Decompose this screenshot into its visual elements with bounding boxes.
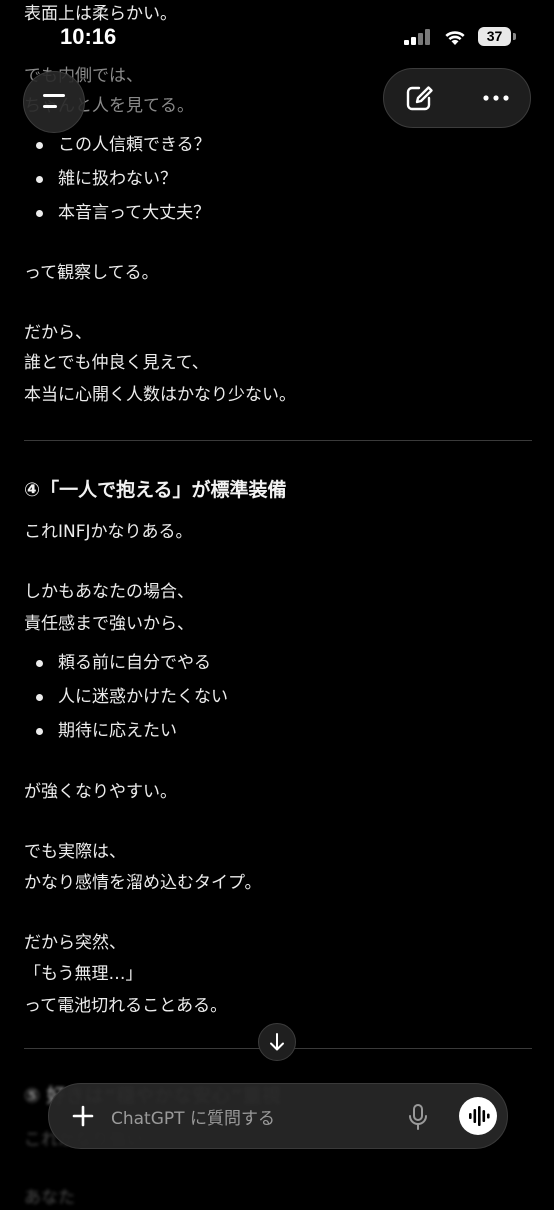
message-line: って観察してる。: [24, 263, 159, 283]
message-line: しかもあなたの場合、: [24, 582, 194, 602]
more-icon: [483, 95, 509, 101]
list-item: 頼る前に自分でやる: [58, 653, 211, 673]
scroll-to-bottom-button[interactable]: [258, 1023, 296, 1061]
bullet-dot: [36, 694, 43, 701]
add-attachment-button[interactable]: [63, 1096, 103, 1136]
message-line: あなた: [24, 1188, 75, 1208]
bullet-dot: [36, 660, 43, 667]
arrow-down-icon: [270, 1033, 284, 1051]
battery-cap: [513, 33, 516, 40]
chat-input[interactable]: ChatGPT に質問する: [111, 1104, 275, 1129]
plus-icon: [72, 1105, 94, 1127]
message-line: が強くなりやすい。: [24, 782, 177, 802]
edit-icon: [406, 86, 433, 111]
mic-icon: [409, 1104, 427, 1130]
more-options-button[interactable]: [466, 69, 526, 127]
list-item: 本音言って大丈夫？: [58, 203, 211, 223]
bullet-dot: [36, 176, 43, 183]
battery-indicator: 37: [478, 27, 511, 46]
list-item: 雑に扱わない？: [58, 169, 177, 189]
message-line: かなり感情を溜め込むタイプ。: [24, 873, 262, 893]
status-time: 10:16: [60, 24, 117, 49]
message-line: 誰とでも仲良く見えて、: [24, 353, 209, 373]
message-line: でも実際は、: [24, 842, 126, 862]
new-chat-button[interactable]: [388, 69, 448, 127]
status-bar: 10:16 37: [0, 0, 554, 60]
top-actions: [383, 68, 531, 128]
bullet-dot: [36, 210, 43, 217]
list-item: 人に迷惑かけたくない: [58, 687, 228, 707]
bullet-dot: [36, 142, 43, 149]
message-line: 「もう無理…」: [24, 964, 143, 984]
list-item: この人信頼できる？: [58, 135, 211, 155]
message-composer: ChatGPT に質問する: [48, 1083, 508, 1149]
message-line: だから突然、: [24, 933, 126, 953]
voice-wave-icon: [469, 1106, 490, 1126]
wifi-icon: [445, 31, 465, 45]
message-line: だから、: [24, 323, 92, 343]
dictation-button[interactable]: [405, 1102, 431, 1132]
message-line: 本当に心開く人数はかなり少ない。: [24, 385, 296, 405]
cellular-signal-icon: [404, 29, 434, 45]
bullet-dot: [36, 728, 43, 735]
menu-icon: [43, 94, 65, 108]
section-heading: ④「一人で抱える」が標準装備: [24, 479, 287, 501]
message-line: これINFJかなりある。: [24, 522, 193, 542]
message-line: 責任感まで強いから、: [24, 614, 194, 634]
voice-mode-button[interactable]: [459, 1097, 497, 1135]
list-item: 期待に応えたい: [58, 721, 177, 741]
sidebar-menu-button[interactable]: [23, 71, 85, 133]
message-line: って電池切れることある。: [24, 996, 228, 1016]
section-divider: [24, 440, 532, 441]
